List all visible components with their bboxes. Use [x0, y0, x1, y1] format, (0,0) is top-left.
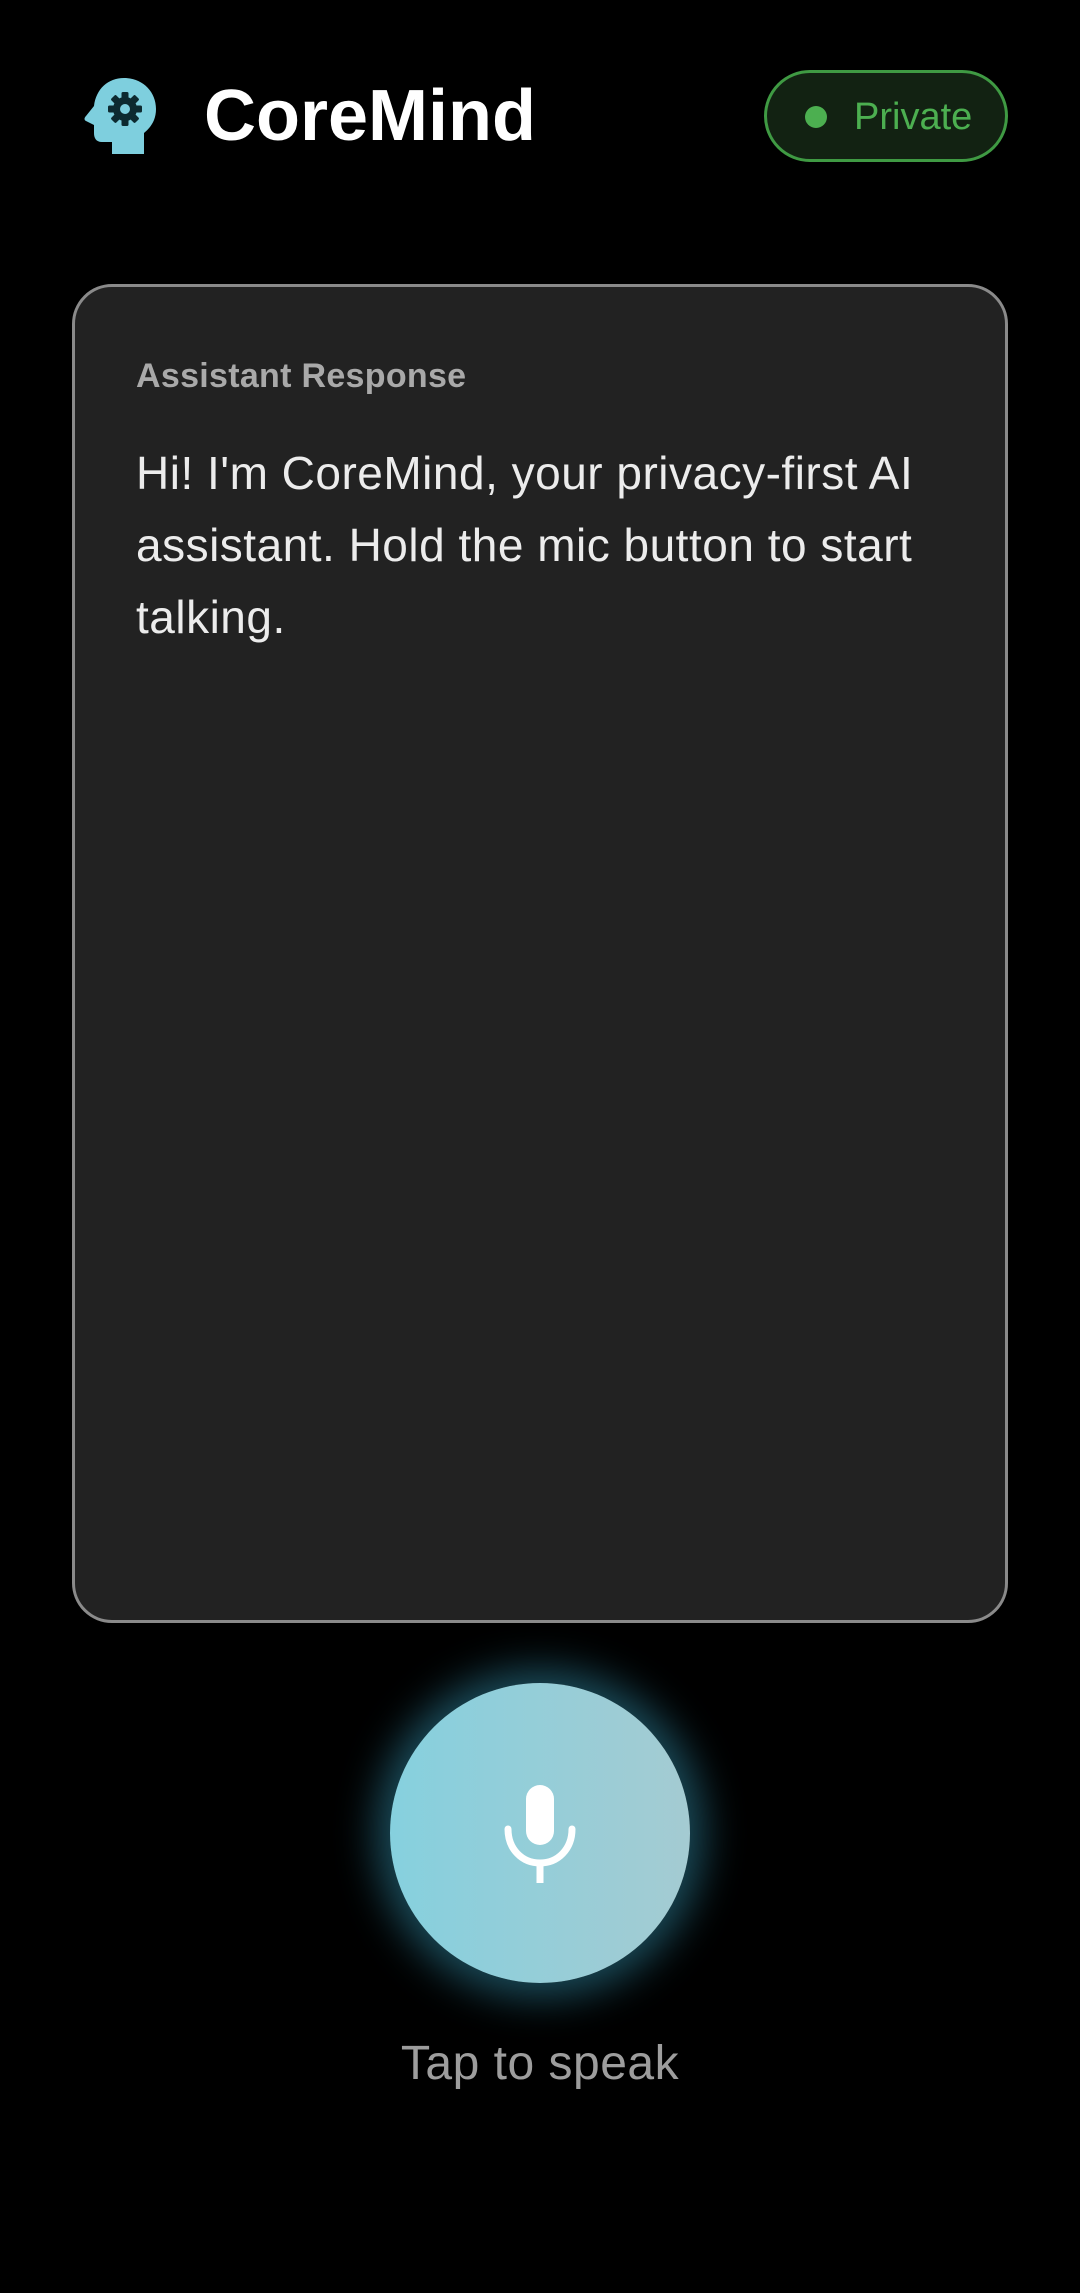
- mic-button[interactable]: [390, 1683, 690, 1983]
- assistant-response-card: Assistant Response Hi! I'm CoreMind, you…: [72, 284, 1008, 1623]
- privacy-status-badge[interactable]: Private: [764, 70, 1008, 162]
- status-dot-icon: [805, 106, 827, 128]
- head-gear-icon: [84, 76, 160, 156]
- microphone-icon: [504, 1785, 576, 1883]
- assistant-response-text: Hi! I'm CoreMind, your privacy-first AI …: [136, 447, 914, 643]
- mic-hint-text: Tap to speak: [400, 2037, 680, 2090]
- response-card-label: Assistant Response: [136, 357, 467, 395]
- privacy-badge-label: Private: [854, 96, 973, 138]
- app-header: CoreMind Private: [0, 0, 1080, 232]
- app-title: CoreMind: [204, 76, 536, 156]
